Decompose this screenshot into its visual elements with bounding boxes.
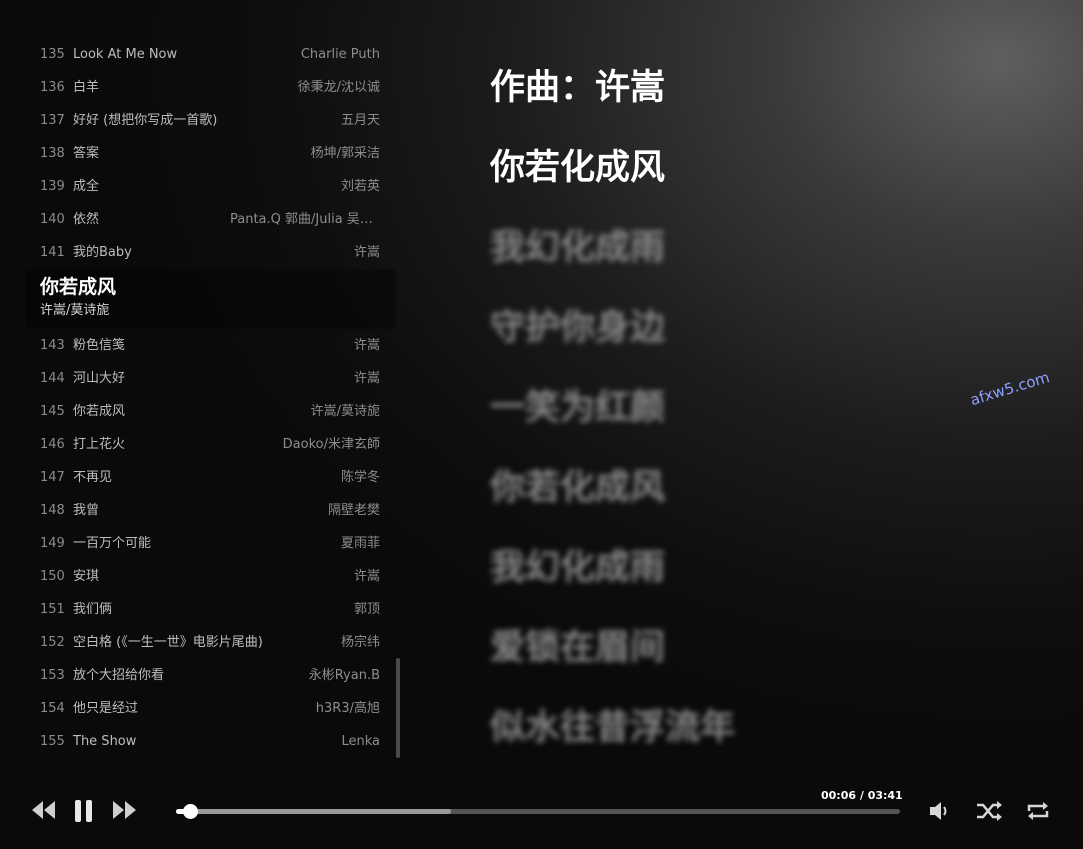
playlist-scrollbar[interactable] bbox=[396, 658, 400, 758]
lyrics-panel: 作曲：许嵩 你若化成风 我幻化成雨 守护你身边 一笑为红颜 你若化成风 我幻化成雨 爱锁在眉间… bbox=[490, 48, 1050, 768]
track-row[interactable]: 150 安琪 许嵩 bbox=[26, 560, 396, 593]
track-num: 143 bbox=[40, 338, 65, 353]
track-row[interactable]: 146 打上花火 Daoko/米津玄師 bbox=[26, 428, 396, 461]
lyric-line-current: 你若化成风 bbox=[490, 148, 666, 188]
track-num: 150 bbox=[40, 569, 65, 584]
next-icon[interactable] bbox=[112, 799, 138, 825]
track-row[interactable]: 155 The Show Lenka bbox=[26, 725, 396, 758]
progress-buffer bbox=[176, 809, 452, 814]
track-num: 135 bbox=[40, 47, 65, 62]
progress-handle[interactable] bbox=[182, 804, 198, 819]
track-num: 136 bbox=[40, 80, 65, 95]
track-row[interactable]: 135 Look At Me Now Charlie Puth bbox=[26, 38, 396, 71]
track-artist: Panta.Q 郭曲/Julia 吴詩… bbox=[230, 212, 380, 227]
progress-bar[interactable] bbox=[176, 804, 900, 819]
track-artist: 陈学冬 bbox=[340, 470, 380, 485]
track-artist: 许嵩 bbox=[353, 569, 380, 584]
track-artist: 许嵩 bbox=[353, 338, 380, 353]
track-num: 138 bbox=[40, 146, 65, 161]
track-artist: Lenka bbox=[341, 734, 380, 749]
lyric-line: 你若化成风 bbox=[490, 468, 666, 508]
track-row[interactable]: 138 答案 杨坤/郭采洁 bbox=[26, 137, 396, 170]
lyric-line: 我幻化成雨 bbox=[490, 228, 666, 268]
track-row[interactable]: 147 不再见 陈学冬 bbox=[26, 461, 396, 494]
track-artist: 杨坤/郭采洁 bbox=[310, 146, 380, 161]
track-num: 145 bbox=[40, 404, 65, 419]
track-num: 140 bbox=[40, 212, 65, 227]
track-row[interactable]: 152 空白格 (《一生一世》电影片尾曲) 杨宗纬 bbox=[26, 626, 396, 659]
track-num: 147 bbox=[40, 470, 65, 485]
track-artist: 刘若英 bbox=[340, 179, 380, 194]
current-track[interactable]: 你若成风 许嵩/莫诗旎 bbox=[26, 269, 396, 329]
track-num: 153 bbox=[40, 668, 65, 683]
track-artist: Charlie Puth bbox=[300, 47, 380, 62]
track-row[interactable]: 144 河山大好 许嵩 bbox=[26, 362, 396, 395]
track-row[interactable]: 151 我们俩 郭顶 bbox=[26, 593, 396, 626]
track-row[interactable]: 153 放个大招给你看 永彬Ryan.B bbox=[26, 659, 396, 692]
track-artist: h3R3/高旭 bbox=[315, 701, 380, 716]
track-num: 149 bbox=[40, 536, 65, 551]
volume-icon[interactable] bbox=[928, 799, 952, 827]
track-artist: 许嵩/莫诗旎 bbox=[310, 404, 380, 419]
player-controls: 00:06 / 03:41 bbox=[0, 780, 1083, 849]
lyric-line: 爱锁在眉间 bbox=[490, 628, 666, 668]
shuffle-icon[interactable] bbox=[975, 799, 1003, 827]
track-num: 148 bbox=[40, 503, 65, 518]
track-artist: 许嵩 bbox=[353, 371, 380, 386]
track-num: 141 bbox=[40, 245, 65, 260]
playlist: 135 Look At Me Now Charlie Puth 136 白羊 徐秉龙/沈以… bbox=[26, 38, 396, 760]
track-num: 139 bbox=[40, 179, 65, 194]
track-row[interactable]: 143 粉色信笺 许嵩 bbox=[26, 329, 396, 362]
track-artist: Daoko/米津玄師 bbox=[282, 437, 380, 452]
track-artist: 夏雨菲 bbox=[340, 536, 380, 551]
track-num: 146 bbox=[40, 437, 65, 452]
track-num: 137 bbox=[40, 113, 65, 128]
previous-icon[interactable] bbox=[30, 799, 56, 825]
track-artist: 杨宗纬 bbox=[340, 635, 380, 650]
current-track-artist: 许嵩/莫诗旎 bbox=[40, 303, 110, 318]
track-row[interactable]: 149 一百万个可能 夏雨菲 bbox=[26, 527, 396, 560]
repeat-icon[interactable] bbox=[1025, 799, 1051, 827]
track-row[interactable]: 148 我曾 隔壁老樊 bbox=[26, 494, 396, 527]
track-artist: 许嵩 bbox=[353, 245, 380, 260]
pause-icon[interactable] bbox=[74, 799, 94, 827]
track-num: 152 bbox=[40, 635, 65, 650]
track-artist: 郭顶 bbox=[353, 602, 380, 617]
track-row[interactable]: 141 我的Baby 许嵩 bbox=[26, 236, 396, 269]
track-row[interactable]: 139 成全 刘若英 bbox=[26, 170, 396, 203]
track-row[interactable]: 140 依然 Panta.Q 郭曲/Julia 吴詩… bbox=[26, 203, 396, 236]
track-num: 154 bbox=[40, 701, 65, 716]
track-num: 144 bbox=[40, 371, 65, 386]
lyric-line: 守护你身边 bbox=[490, 308, 666, 348]
lyric-line: 我幻化成雨 bbox=[490, 548, 666, 588]
track-artist: 五月天 bbox=[340, 113, 380, 128]
lyric-line: 似水往昔浮流年 bbox=[490, 708, 736, 748]
track-row[interactable]: 154 他只是经过 h3R3/高旭 bbox=[26, 692, 396, 725]
track-row[interactable]: 136 白羊 徐秉龙/沈以诚 bbox=[26, 71, 396, 104]
track-num: 151 bbox=[40, 602, 65, 617]
lyric-line: 一笑为红颜 bbox=[490, 388, 666, 428]
track-row[interactable]: 145 你若成风 许嵩/莫诗旎 bbox=[26, 395, 396, 428]
time-readout: 00:06 / 03:41 bbox=[821, 789, 903, 802]
track-row[interactable]: 137 好好 (想把你写成一首歌) 五月天 bbox=[26, 104, 396, 137]
track-artist: 隔壁老樊 bbox=[327, 503, 380, 518]
track-num: 155 bbox=[40, 734, 65, 749]
current-track-title: 你若成风 bbox=[40, 276, 117, 298]
track-artist: 永彬Ryan.B bbox=[308, 668, 380, 683]
track-artist: 徐秉龙/沈以诚 bbox=[297, 80, 380, 95]
lyric-line-current: 作曲：许嵩 bbox=[490, 68, 666, 108]
